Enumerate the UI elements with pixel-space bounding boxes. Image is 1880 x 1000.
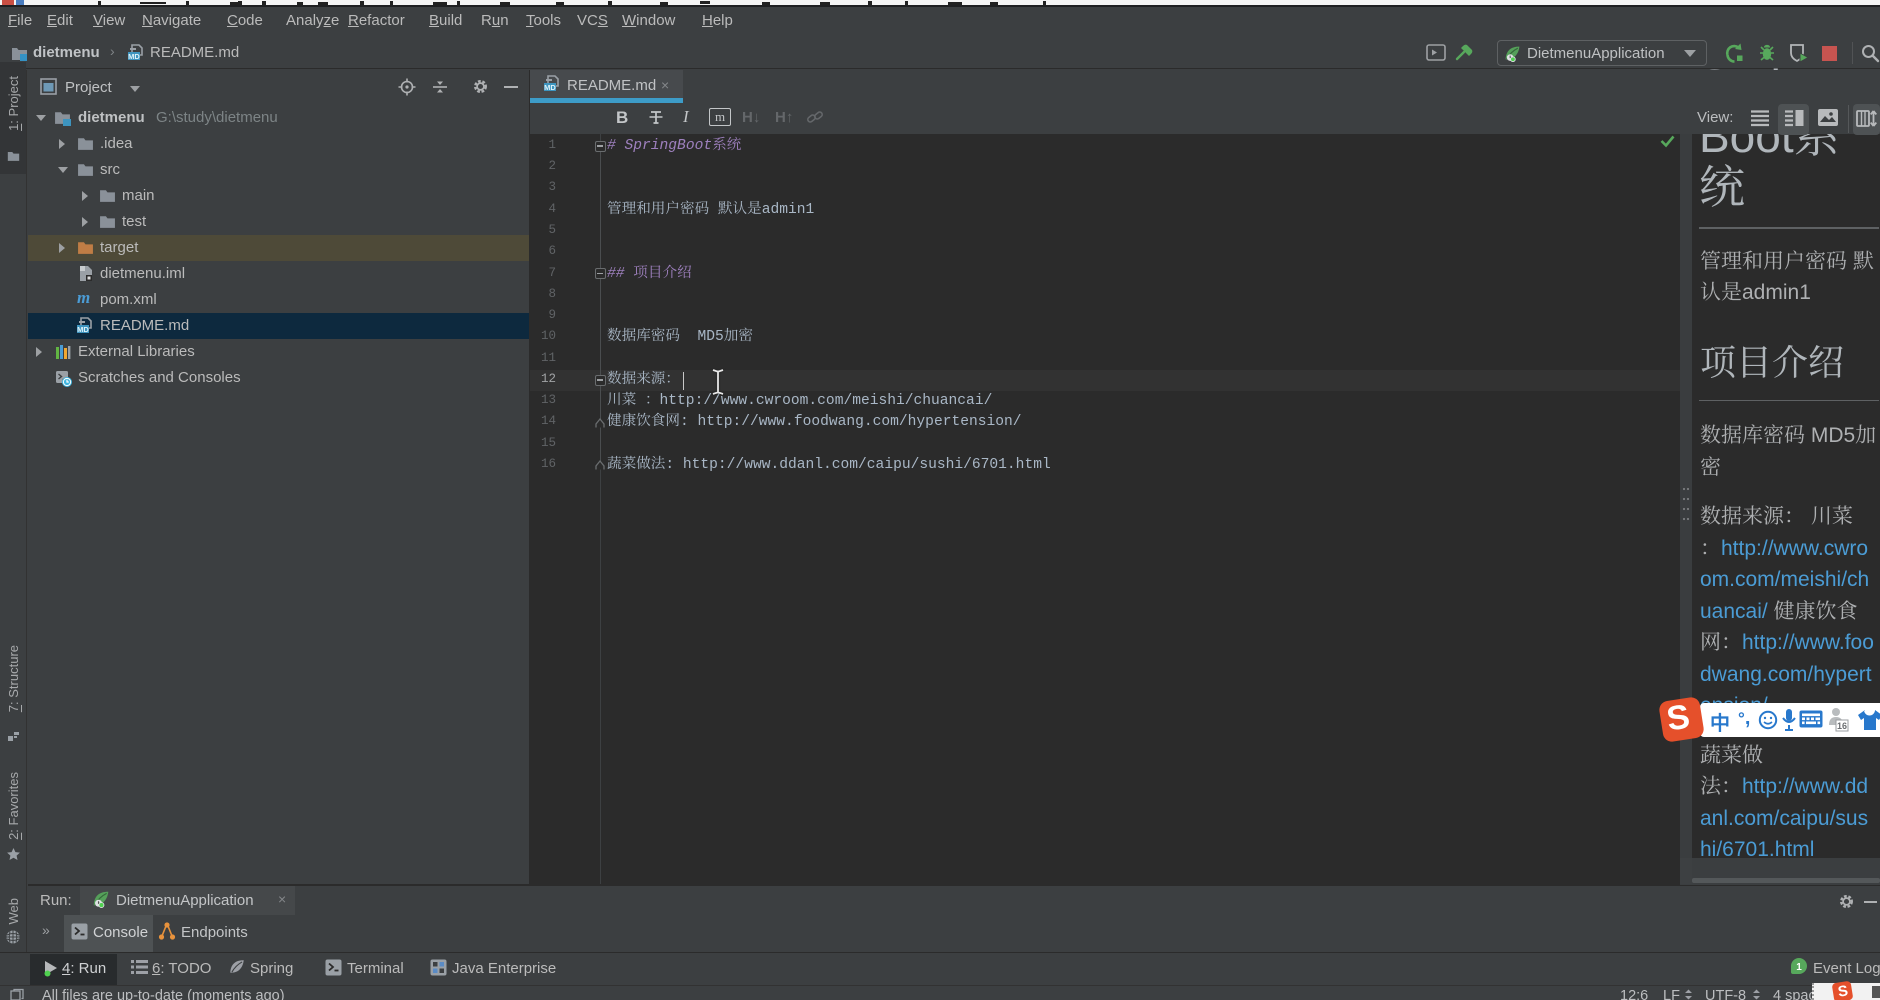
svg-text:16: 16 (1837, 721, 1847, 731)
svg-text:1: 1 (1796, 962, 1802, 973)
